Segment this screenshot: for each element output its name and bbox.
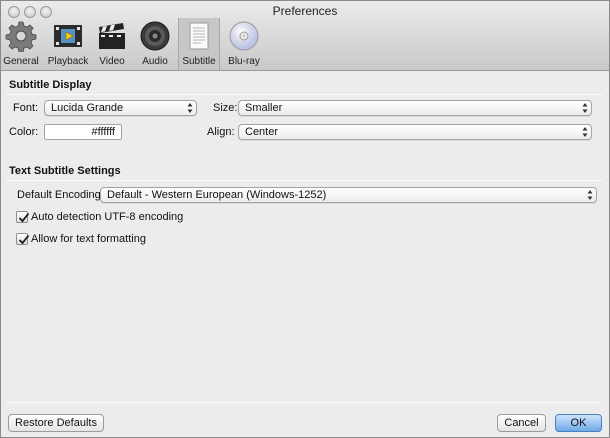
popup-arrows-icon	[187, 103, 193, 113]
subtitle-display-heading: Subtitle Display	[9, 79, 92, 91]
tab-general-label: General	[3, 56, 39, 67]
allow-text-formatting-label: Allow for text formatting	[31, 233, 146, 245]
tab-general[interactable]: General	[1, 18, 41, 70]
ok-button[interactable]: OK	[555, 414, 602, 432]
gear-icon	[5, 20, 37, 53]
tab-video-label: Video	[99, 56, 125, 67]
size-select[interactable]: Smaller	[238, 100, 592, 116]
auto-detect-utf8-checkbox[interactable]	[16, 211, 30, 223]
default-encoding-label: Default Encoding:	[17, 189, 104, 201]
align-select[interactable]: Center	[238, 124, 592, 140]
document-icon	[183, 20, 215, 52]
popup-arrows-icon	[582, 127, 588, 137]
color-well[interactable]: #ffffff	[44, 124, 122, 140]
size-label: Size:	[213, 102, 238, 114]
size-select-value: Smaller	[245, 102, 283, 114]
align-label: Align:	[207, 126, 235, 138]
tab-subtitle-label: Subtitle	[182, 56, 216, 67]
color-label: Color:	[9, 126, 39, 138]
tab-bluray-label: Blu-ray	[228, 56, 260, 67]
section-divider	[7, 94, 603, 95]
tab-video[interactable]: Video	[93, 18, 131, 70]
default-encoding-select[interactable]: Default - Western European (Windows-1252…	[100, 187, 597, 203]
title-bar: Preferences General Playback Video Audio…	[1, 1, 609, 71]
default-encoding-value: Default - Western European (Windows-1252…	[107, 189, 327, 201]
section-divider	[7, 180, 603, 181]
restore-defaults-button[interactable]: Restore Defaults	[8, 414, 104, 432]
popup-arrows-icon	[582, 103, 588, 113]
font-label: Font:	[13, 102, 39, 114]
popup-arrows-icon	[587, 190, 593, 200]
disc-icon	[228, 20, 260, 52]
preferences-window: Preferences General Playback Video Audio…	[0, 0, 610, 438]
checkmark-icon	[18, 234, 30, 245]
window-title: Preferences	[272, 4, 338, 18]
cancel-button[interactable]: Cancel	[497, 414, 546, 432]
tab-bluray[interactable]: Blu-ray	[223, 18, 265, 70]
font-select-value: Lucida Grande	[51, 102, 124, 114]
tab-subtitle[interactable]: Subtitle	[178, 18, 220, 70]
footer-divider	[7, 402, 603, 403]
filmstrip-play-icon	[52, 20, 84, 52]
color-hex-value: #ffffff	[91, 126, 115, 138]
auto-detect-utf8-label: Auto detection UTF-8 encoding	[31, 211, 184, 223]
text-subtitle-settings-heading: Text Subtitle Settings	[9, 165, 121, 177]
speaker-icon	[139, 20, 171, 52]
color-swatch	[47, 127, 75, 137]
align-select-value: Center	[245, 126, 279, 138]
tab-audio-label: Audio	[142, 56, 168, 67]
font-select[interactable]: Lucida Grande	[44, 100, 197, 116]
tab-playback-label: Playback	[47, 56, 89, 67]
tab-audio[interactable]: Audio	[135, 18, 175, 70]
clapperboard-icon	[96, 20, 128, 52]
tab-playback[interactable]: Playback	[45, 18, 91, 70]
allow-text-formatting-checkbox[interactable]	[16, 233, 30, 245]
checkmark-icon	[18, 212, 30, 223]
